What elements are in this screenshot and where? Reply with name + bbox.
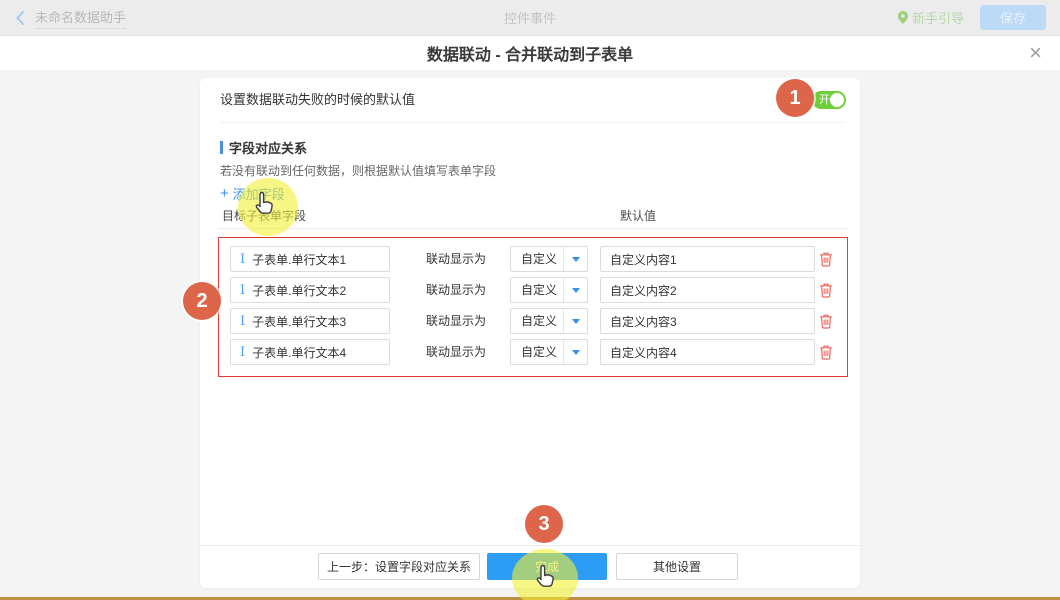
- chevron-down-icon[interactable]: [563, 247, 587, 271]
- toggle-knob: [830, 93, 844, 107]
- column-header-default: 默认值: [620, 207, 656, 224]
- target-field-value: 子表单.单行文本3: [252, 313, 346, 330]
- app-window: 未命名数据助手 控件事件 新手引导 保存 数据联动 - 合并联动到子表单 × 设…: [0, 0, 1060, 600]
- delete-icon[interactable]: [819, 313, 833, 329]
- plus-icon: +: [220, 187, 229, 201]
- default-value-setting-label: 设置数据联动失败的时候的默认值: [220, 78, 415, 122]
- pin-icon: [898, 11, 908, 24]
- step-badge-2: 2: [183, 282, 221, 320]
- close-icon[interactable]: ×: [1029, 40, 1042, 66]
- mapping-row: I 子表单.单行文本2 联动显示为 自定义: [219, 277, 847, 303]
- text-field-icon: I: [240, 252, 245, 267]
- default-value-input[interactable]: [600, 277, 815, 303]
- mode-select[interactable]: 自定义: [510, 339, 588, 365]
- field-mapping-group: I 子表单.单行文本1 联动显示为 自定义 I 子表单.单行文本2 联动显示为: [218, 237, 848, 377]
- text-field-icon: I: [240, 283, 245, 298]
- step-badge-3: 3: [525, 505, 563, 543]
- mode-select[interactable]: 自定义: [510, 277, 588, 303]
- target-field-input[interactable]: I 子表单.单行文本2: [230, 277, 390, 303]
- mode-select[interactable]: 自定义: [510, 246, 588, 272]
- text-field-icon: I: [240, 345, 245, 360]
- section-bar-icon: [220, 141, 223, 154]
- relation-label: 联动显示为: [426, 277, 486, 303]
- default-value-toggle[interactable]: 开: [812, 91, 846, 109]
- dialog-header: 数据联动 - 合并联动到子表单 ×: [0, 36, 1060, 70]
- hand-cursor-icon: [533, 563, 557, 591]
- delete-icon[interactable]: [819, 282, 833, 298]
- divider: [218, 228, 848, 229]
- text-field-icon: I: [240, 314, 245, 329]
- delete-icon[interactable]: [819, 344, 833, 360]
- relation-label: 联动显示为: [426, 339, 486, 365]
- save-button[interactable]: 保存: [980, 5, 1046, 30]
- other-settings-button[interactable]: 其他设置: [616, 553, 738, 580]
- chevron-down-icon[interactable]: [563, 309, 587, 333]
- guide-link[interactable]: 新手引导: [898, 8, 964, 27]
- dialog-title: 数据联动 - 合并联动到子表单: [427, 41, 633, 65]
- relation-label: 联动显示为: [426, 308, 486, 334]
- target-field-value: 子表单.单行文本4: [252, 344, 346, 361]
- guide-label: 新手引导: [912, 8, 964, 27]
- step-badge-1: 1: [776, 79, 814, 117]
- section-title: 字段对应关系: [220, 138, 307, 157]
- hand-cursor-icon: [252, 190, 276, 218]
- topbar: 未命名数据助手 控件事件 新手引导 保存: [0, 0, 1060, 36]
- mapping-row: I 子表单.单行文本4 联动显示为 自定义: [219, 339, 847, 365]
- chevron-down-icon[interactable]: [563, 278, 587, 302]
- section-description: 若没有联动到任何数据，则根据默认值填写表单字段: [220, 162, 496, 179]
- divider: [200, 545, 860, 546]
- assistant-name: 未命名数据助手: [35, 7, 126, 29]
- mode-select[interactable]: 自定义: [510, 308, 588, 334]
- back-icon[interactable]: [14, 9, 26, 27]
- prev-step-button[interactable]: 上一步：设置字段对应关系: [318, 553, 480, 580]
- mapping-row: I 子表单.单行文本3 联动显示为 自定义: [219, 308, 847, 334]
- default-value-input[interactable]: [600, 246, 815, 272]
- divider: [220, 122, 846, 123]
- default-value-input[interactable]: [600, 308, 815, 334]
- target-field-value: 子表单.单行文本2: [252, 282, 346, 299]
- target-field-input[interactable]: I 子表单.单行文本4: [230, 339, 390, 365]
- mapping-row: I 子表单.单行文本1 联动显示为 自定义: [219, 246, 847, 272]
- target-field-input[interactable]: I 子表单.单行文本1: [230, 246, 390, 272]
- relation-label: 联动显示为: [426, 246, 486, 272]
- toggle-on-label: 开: [819, 91, 830, 109]
- default-value-input[interactable]: [600, 339, 815, 365]
- delete-icon[interactable]: [819, 251, 833, 267]
- target-field-input[interactable]: I 子表单.单行文本3: [230, 308, 390, 334]
- chevron-down-icon[interactable]: [563, 340, 587, 364]
- target-field-value: 子表单.单行文本1: [252, 251, 346, 268]
